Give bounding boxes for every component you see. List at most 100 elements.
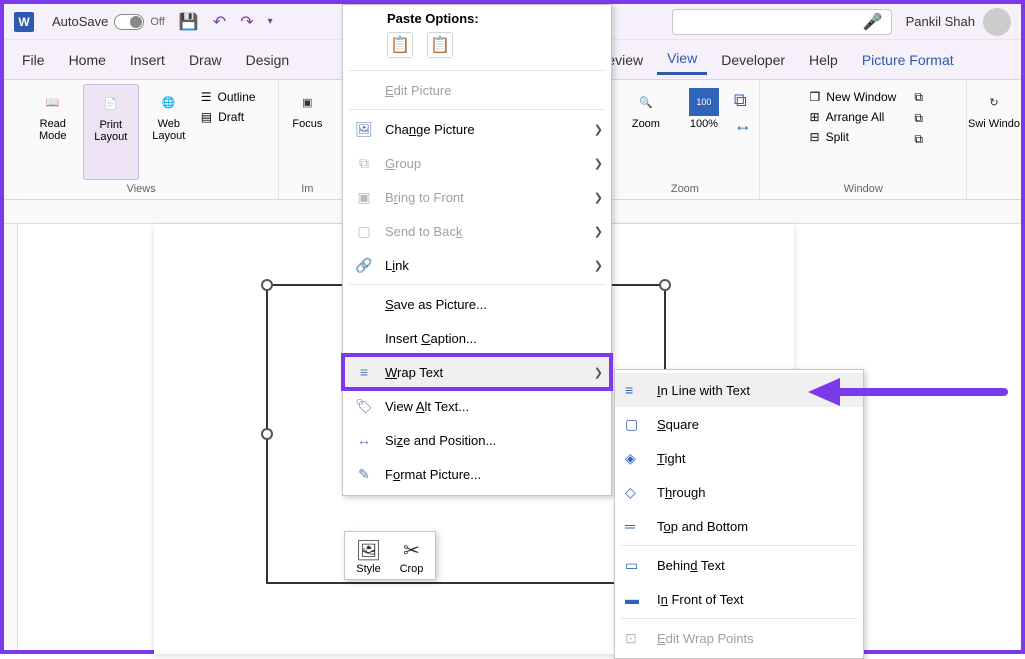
read-mode-button[interactable]: 📖 Read Mode [25,84,81,180]
web-layout-icon: 🌐 [154,88,184,116]
pagewidth-icon[interactable]: ↔ [734,115,752,136]
alt-text-icon: 🏷 [353,398,375,415]
focus-button[interactable]: ▣ Focus [279,84,335,180]
new-window-button[interactable]: ❐New Window [810,90,897,104]
resize-handle-tl[interactable] [261,279,273,291]
submenu-square[interactable]: ▢Square [615,407,863,441]
zoom-icon: 🔍 [631,88,661,116]
send-back-icon: ▢ [353,223,375,240]
resize-handle-ml[interactable] [261,428,273,440]
zoom-button[interactable]: 🔍 Zoom [618,84,674,180]
user-account[interactable]: Pankil Shah [906,8,1011,36]
read-mode-label: Read Mode [25,118,81,142]
focus-label: Focus [292,118,322,130]
paste-picture-icon[interactable]: 📋 [427,32,453,58]
chevron-right-icon: ❯ [594,123,603,136]
style-label: Style [349,563,388,575]
crop-icon: ✂ [392,538,431,563]
menu-size-position[interactable]: ↔Size and Position... [343,423,611,457]
menu-bring-front: ▣Bring to Front❯ [343,180,611,214]
submenu-topbottom[interactable]: ═Top and Bottom [615,509,863,543]
split-button[interactable]: ⊟Split [810,130,897,144]
resize-handle-tr[interactable] [659,279,671,291]
outline-button[interactable]: ☰Outline [201,90,256,104]
tab-home[interactable]: Home [59,46,116,74]
draft-button[interactable]: ▤Draft [201,110,256,124]
toggle-switch[interactable] [114,14,144,30]
menu-change-picture[interactable]: 🖼Change Picture❯ [343,112,611,146]
zoom-pct-label: 100% [690,118,718,130]
menu-edit-picture: Edit Picture [343,73,611,107]
reset-pos-icon[interactable]: ⧉ [914,132,923,147]
tab-view[interactable]: View [657,44,707,75]
undo-icon[interactable]: ↶ [213,12,226,32]
mic-icon[interactable]: 🎤 [863,12,883,32]
crop-button[interactable]: ✂ Crop [392,536,431,575]
print-layout-button[interactable]: 📄 Print Layout [83,84,139,180]
web-layout-label: Web Layout [141,118,197,142]
switch-windows-icon: ↻ [979,88,1009,116]
tab-picture-format[interactable]: Picture Format [852,46,964,74]
group-icon: ⧉ [353,155,375,172]
user-name: Pankil Shah [906,14,975,29]
tab-help[interactable]: Help [799,46,848,74]
tab-design[interactable]: Design [236,46,300,74]
paste-keep-formatting-icon[interactable]: 📋 [387,32,413,58]
view-side-icon[interactable]: ⧉ [914,90,923,105]
tab-insert[interactable]: Insert [120,46,175,74]
draft-icon: ▤ [201,110,212,124]
format-picture-icon: ✎ [353,466,375,483]
focus-icon: ▣ [292,88,322,116]
vertical-ruler[interactable] [4,224,18,650]
submenu-behind[interactable]: ▭Behind Text [615,548,863,582]
redo-icon[interactable]: ↷ [240,12,253,32]
submenu-infront[interactable]: ▬In Front of Text [615,582,863,616]
wrap-square-icon: ▢ [625,416,647,433]
style-button[interactable]: 🖼 Style [349,536,388,575]
multipage-icon[interactable]: ⧉ [734,90,752,111]
menu-format-picture[interactable]: ✎Format Picture... [343,457,611,491]
search-box[interactable]: 🎤 [672,9,892,35]
split-icon: ⊟ [810,130,820,144]
wrap-behind-icon: ▭ [625,557,647,574]
tab-file[interactable]: File [12,46,55,74]
zoom-100-button[interactable]: 100 100% [676,84,732,180]
menu-send-back: ▢Send to Back❯ [343,214,611,248]
tab-developer[interactable]: Developer [711,46,795,74]
print-layout-icon: 📄 [96,89,126,117]
menu-save-as-picture[interactable]: Save as Picture... [343,287,611,321]
autosave-label: AutoSave [52,14,108,29]
menu-group: ⧉Group❯ [343,146,611,180]
menu-link[interactable]: 🔗Link❯ [343,248,611,282]
print-layout-label: Print Layout [84,119,138,143]
ribbon-group-zoom: 🔍 Zoom 100 100% ⧉ ↔ Zoom [610,80,760,199]
submenu-through[interactable]: ◇Through [615,475,863,509]
switch-windows-button[interactable]: ↻ Swi Windo [966,84,1022,130]
sync-scroll-icon[interactable]: ⧉ [914,111,923,126]
menu-wrap-text[interactable]: ≡Wrap Text❯ [343,355,611,389]
submenu-tight[interactable]: ◈Tight [615,441,863,475]
annotation-arrow [808,378,1008,404]
context-menu: Paste Options: 📋 📋 Edit Picture 🖼Change … [342,4,612,496]
change-picture-icon: 🖼 [353,121,375,138]
menu-insert-caption[interactable]: Insert Caption... [343,321,611,355]
size-position-icon: ↔ [353,432,375,448]
autosave-toggle[interactable]: AutoSave Off [52,14,165,30]
read-mode-icon: 📖 [38,88,68,116]
outline-icon: ☰ [201,90,212,104]
tab-draw[interactable]: Draw [179,46,232,74]
arrange-all-button[interactable]: ⊞Arrange All [810,110,897,124]
zoom-group-label: Zoom [610,183,759,195]
qat-dropdown-icon[interactable]: ▾ [268,16,273,27]
wrap-text-submenu: ≡In Line with Text ▢Square ◈Tight ◇Throu… [614,369,864,659]
zoom-label: Zoom [632,118,660,130]
web-layout-button[interactable]: 🌐 Web Layout [141,84,197,180]
ribbon-group-immersive: ▣ Focus Im [279,80,335,199]
save-icon[interactable]: 💾 [179,12,199,32]
ribbon-group-switch: ↻ Swi Windo [967,80,1021,199]
word-app-icon: W [14,12,34,32]
paste-options-header: Paste Options: [343,5,611,28]
menu-view-alt-text[interactable]: 🏷View Alt Text... [343,389,611,423]
bring-front-icon: ▣ [353,189,375,206]
ribbon-group-window: ❐New Window ⊞Arrange All ⊟Split ⧉ ⧉ ⧉ Wi… [760,80,967,199]
